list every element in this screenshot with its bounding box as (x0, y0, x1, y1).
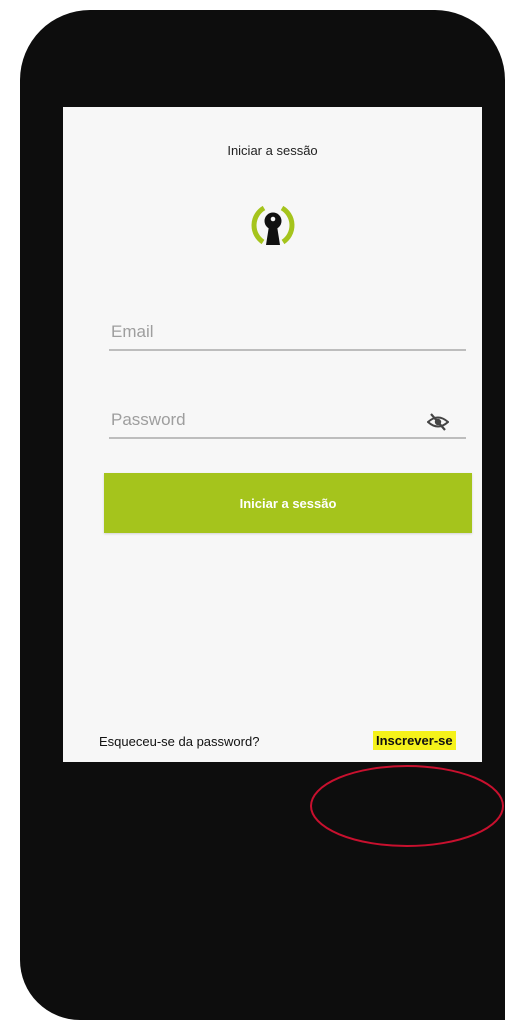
app-screen: Iniciar a sessão Iniciar a sessão Esquec… (63, 107, 482, 762)
password-field[interactable] (109, 407, 466, 439)
phone-frame: Iniciar a sessão Iniciar a sessão Esquec… (20, 10, 505, 1020)
eye-off-icon[interactable] (427, 412, 449, 432)
signup-link[interactable]: Inscrever-se (373, 731, 456, 750)
keyhole-signal-icon (251, 205, 295, 245)
login-button[interactable]: Iniciar a sessão (104, 473, 472, 533)
forgot-password-link[interactable]: Esqueceu-se da password? (99, 734, 259, 749)
page-title: Iniciar a sessão (227, 143, 318, 158)
email-field[interactable] (109, 319, 466, 351)
